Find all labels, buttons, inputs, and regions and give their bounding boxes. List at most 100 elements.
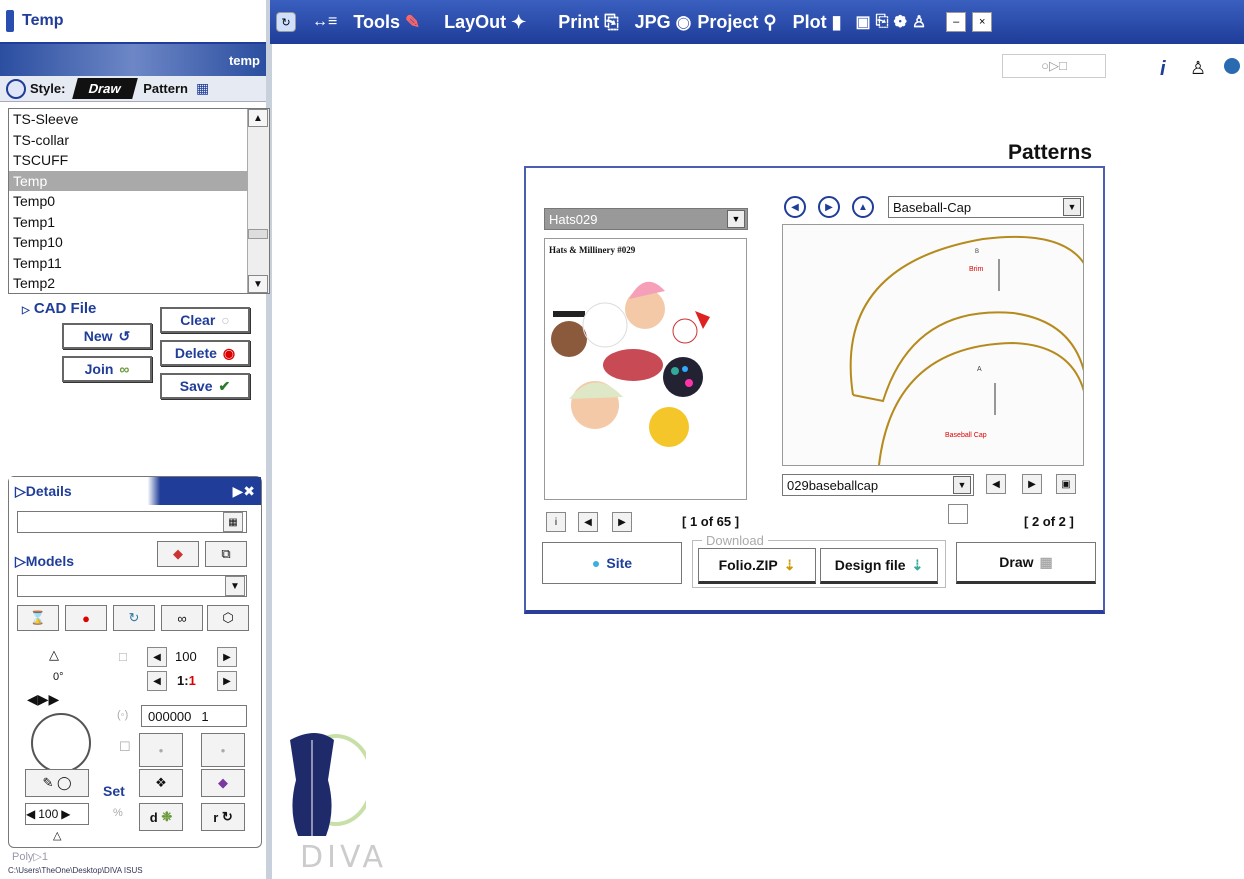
catalog-select[interactable]: Hats029 ▼ <box>544 208 748 230</box>
piece-prev-button[interactable]: ◀ <box>986 474 1006 494</box>
model-copy-button[interactable]: ⧉ <box>205 541 247 567</box>
piece-page-icon[interactable] <box>948 504 968 524</box>
folio-zip-button[interactable]: Folio.ZIP ⇣ <box>698 548 816 584</box>
join-button[interactable]: Join ∞ <box>62 356 152 382</box>
plot-menu[interactable]: Plot ▮ <box>793 12 842 33</box>
pattern-list-item[interactable]: Temp1 <box>9 212 269 233</box>
catalog-prev-button[interactable]: ◀ <box>578 512 598 532</box>
design-file-button[interactable]: Design file ⇣ <box>820 548 938 584</box>
info-icon[interactable]: i <box>1160 58 1166 81</box>
scale-left-button[interactable]: ◀ <box>147 671 167 691</box>
d-button[interactable]: d ❉ <box>139 803 183 831</box>
details-header[interactable]: ▷Details ▶✖ <box>9 477 261 505</box>
counter-field[interactable]: 000000 1 <box>141 705 247 727</box>
pattern-list-item[interactable]: TSCUFF <box>9 150 269 171</box>
catalog-image[interactable]: Hats & Millinery #029 <box>544 238 747 500</box>
jpg-menu[interactable]: JPG ◉ <box>635 12 692 33</box>
chevron-down-icon[interactable]: ▼ <box>1063 198 1081 216</box>
shape-button[interactable]: ⬡ <box>207 605 249 631</box>
preview-box-right[interactable]: ● <box>201 733 245 767</box>
shape-toolbox[interactable]: ○▷□ <box>1002 54 1106 78</box>
delete-button[interactable]: Delete ◉ <box>160 340 250 366</box>
zoom-left-button[interactable]: ◀ <box>147 647 167 667</box>
nav-right-icon[interactable]: ▶ <box>818 196 840 218</box>
preview-box-left[interactable]: ● <box>139 733 183 767</box>
pattern-fill-button[interactable]: ❖ <box>139 769 183 797</box>
pattern-list-item[interactable]: Temp11 <box>9 253 269 274</box>
pattern-preview[interactable]: B Brim A Baseball Cap <box>782 224 1084 466</box>
details-controls-icon[interactable]: ▶✖ <box>233 483 256 500</box>
nav-left-icon[interactable]: ◀ <box>784 196 806 218</box>
scroll-up-icon[interactable]: ▲ <box>248 109 268 127</box>
pattern-select[interactable]: Baseball-Cap ▼ <box>888 196 1084 218</box>
percent-right-icon[interactable]: ▶ <box>61 807 70 821</box>
model-diamond-button[interactable]: ◆ <box>157 541 199 567</box>
chevron-down-icon[interactable]: ▼ <box>953 476 971 494</box>
playback-controls-icon[interactable]: ◀▶▶ <box>27 691 59 708</box>
record-button[interactable]: ● <box>65 605 107 631</box>
pattern-list-item[interactable]: Temp0 <box>9 191 269 212</box>
tools-menu[interactable]: Tools ✎ <box>353 12 420 33</box>
cad-file-heading[interactable]: ▷ CAD File <box>22 300 96 317</box>
piece-select[interactable]: 029baseballcap ▼ <box>782 474 974 496</box>
pen-tools-button[interactable]: ✎ ◯ <box>25 769 89 797</box>
piece-doc-icon[interactable]: ▣ <box>1056 474 1076 494</box>
draw-label: Draw <box>999 554 1034 570</box>
checkbox-icon[interactable]: ☐ <box>119 739 131 755</box>
pattern-list-item[interactable]: Temp2 <box>9 273 269 293</box>
color-fill-button[interactable]: ◆ <box>201 769 245 797</box>
new-button[interactable]: New ↺ <box>62 323 152 349</box>
mannequin-icon[interactable]: ♙ <box>1190 58 1206 79</box>
hourglass-button[interactable]: ⌛ <box>17 605 59 631</box>
pattern-list-item[interactable]: TS-Sleeve <box>9 109 269 130</box>
draw-button[interactable]: Draw ▦ <box>956 542 1096 584</box>
pattern-list-scrollbar[interactable]: ▲ ▼ <box>247 109 269 293</box>
download-label: Download <box>702 533 768 548</box>
collapse-up-icon[interactable]: △ <box>53 829 61 842</box>
percent-field[interactable]: ◀ 100 ▶ <box>25 803 89 825</box>
style-icon[interactable] <box>6 78 26 99</box>
details-calculator-icon[interactable]: ▦ <box>223 512 243 532</box>
clear-button[interactable]: Clear ○ <box>160 307 250 333</box>
tab-draw[interactable]: Draw <box>72 78 139 99</box>
palette-icon[interactable]: ❁ <box>893 12 906 32</box>
toggle-icon[interactable]: ▣ <box>856 12 871 32</box>
tab-pattern[interactable]: Pattern <box>139 78 192 99</box>
close-button[interactable]: × <box>972 12 993 32</box>
models-select[interactable]: ▼ <box>17 575 247 597</box>
link-button[interactable]: ∞ <box>161 605 203 631</box>
chevron-down-icon[interactable]: ▼ <box>727 210 745 228</box>
nav-up-icon[interactable]: ▲ <box>852 196 874 218</box>
pattern-list-item[interactable]: Temp10 <box>9 232 269 253</box>
pattern-list[interactable]: TS-Sleeve TS-collar TSCUFF Temp Temp0 Temp1 Te… <box>8 108 270 294</box>
zoom-right-button[interactable]: ▶ <box>217 647 237 667</box>
project-menu[interactable]: Project ⚲ <box>697 12 776 33</box>
catalog-next-button[interactable]: ▶ <box>612 512 632 532</box>
percent-left-icon[interactable]: ◀ <box>26 807 35 821</box>
up-triangle-icon[interactable]: △ <box>49 647 59 663</box>
piece-next-button[interactable]: ▶ <box>1022 474 1042 494</box>
scale-right-button[interactable]: ▶ <box>217 671 237 691</box>
rotation-dial-icon[interactable] <box>31 713 91 773</box>
layout-menu[interactable]: LayOut ✦ <box>444 12 526 33</box>
pattern-list-item[interactable]: Temp <box>9 170 269 191</box>
set-label[interactable]: Set <box>103 783 125 799</box>
rotate-button[interactable]: ↻ <box>113 605 155 631</box>
back-circle-icon[interactable] <box>1224 58 1240 74</box>
user-icon[interactable]: ♙ <box>912 12 926 32</box>
catalog-info-icon[interactable]: i <box>546 512 566 532</box>
r-button[interactable]: r ↻ <box>201 803 245 831</box>
site-button[interactable]: ● Site <box>542 542 682 584</box>
print-menu[interactable]: Print ⎘ <box>558 12 618 33</box>
toolbar-extra-icons[interactable]: ▣ ⎘ ❁ ♙ <box>856 12 927 32</box>
minimize-button[interactable]: – <box>946 12 967 32</box>
scroll-thumb[interactable] <box>248 229 268 239</box>
scroll-down-icon[interactable]: ▼ <box>248 275 268 293</box>
print-preview-icon[interactable]: ⎘ <box>876 13 889 31</box>
chevron-down-icon[interactable]: ▼ <box>225 576 245 596</box>
home-icon[interactable]: ↻ <box>276 12 296 32</box>
details-input[interactable] <box>17 511 247 533</box>
pattern-list-item[interactable]: TS-collar <box>9 130 269 151</box>
arrows-menu-icon[interactable]: ↔≡ <box>312 13 337 31</box>
save-button[interactable]: Save ✔ <box>160 373 250 399</box>
